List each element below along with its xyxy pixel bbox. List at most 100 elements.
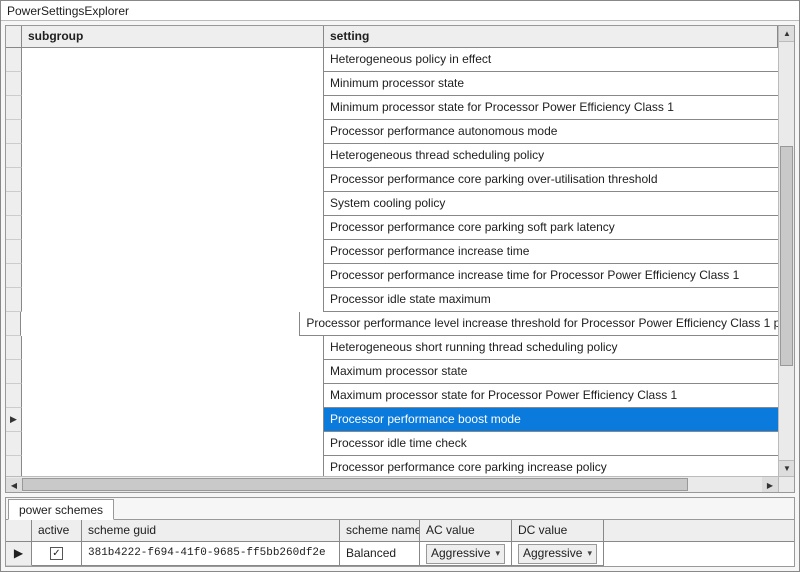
settings-row[interactable]: Processor performance core parking soft … <box>6 216 778 240</box>
scroll-right-button[interactable]: ▶ <box>762 477 778 493</box>
cell-setting[interactable]: Minimum processor state for Processor Po… <box>324 96 778 120</box>
app-window: PowerSettingsExplorer subgroup setting H… <box>0 0 800 572</box>
column-header-guid[interactable]: scheme guid <box>82 520 340 541</box>
cell-subgroup[interactable] <box>22 336 324 360</box>
column-header-active[interactable]: active <box>32 520 82 541</box>
dc-value-dropdown[interactable]: Aggressive ▾ <box>518 544 597 564</box>
cell-subgroup[interactable] <box>22 48 324 72</box>
row-header-corner <box>6 26 22 47</box>
cell-subgroup[interactable] <box>22 168 324 192</box>
horizontal-scroll-thumb[interactable] <box>22 478 688 491</box>
settings-grid-body[interactable]: Heterogeneous policy in effectMinimum pr… <box>6 48 778 476</box>
settings-row[interactable]: Processor idle time check <box>6 432 778 456</box>
cell-subgroup[interactable] <box>22 96 324 120</box>
cell-setting[interactable]: Maximum processor state for Processor Po… <box>324 384 778 408</box>
cell-subgroup[interactable] <box>22 408 324 432</box>
horizontal-scrollbar[interactable]: ◀ ▶ <box>6 476 778 492</box>
cell-setting[interactable]: Processor performance autonomous mode <box>324 120 778 144</box>
cell-setting[interactable]: Minimum processor state <box>324 72 778 96</box>
ac-value-dropdown[interactable]: Aggressive ▾ <box>426 544 505 564</box>
scroll-left-button[interactable]: ◀ <box>6 478 22 494</box>
settings-row[interactable]: Processor idle state maximum <box>6 288 778 312</box>
settings-row[interactable]: Heterogeneous policy in effect <box>6 48 778 72</box>
cell-subgroup[interactable] <box>22 240 324 264</box>
horizontal-scroll-track[interactable] <box>22 477 762 492</box>
schemes-grid[interactable]: active scheme guid scheme name AC value … <box>6 520 794 566</box>
cell-setting[interactable]: Processor performance core parking soft … <box>324 216 778 240</box>
cell-setting[interactable]: Heterogeneous short running thread sched… <box>324 336 778 360</box>
settings-row[interactable]: Processor performance increase time <box>6 240 778 264</box>
cell-dc-value[interactable]: Aggressive ▾ <box>512 542 604 566</box>
column-header-setting[interactable]: setting <box>324 26 778 47</box>
cell-subgroup[interactable] <box>22 432 324 456</box>
settings-row[interactable]: Minimum processor state for Processor Po… <box>6 96 778 120</box>
settings-grid-container: subgroup setting Heterogeneous policy in… <box>5 25 795 493</box>
tab-power-schemes[interactable]: power schemes <box>8 499 114 520</box>
cell-subgroup[interactable] <box>22 120 324 144</box>
cell-setting[interactable]: Heterogeneous policy in effect <box>324 48 778 72</box>
row-header <box>6 336 22 360</box>
scroll-up-button[interactable]: ▲ <box>779 26 795 42</box>
column-header-scheme-name[interactable]: scheme name <box>340 520 420 541</box>
cell-subgroup[interactable] <box>22 216 324 240</box>
settings-row[interactable]: ▶Processor performance boost mode <box>6 408 778 432</box>
schemes-row-header-corner <box>6 520 32 541</box>
column-header-subgroup[interactable]: subgroup <box>22 26 324 47</box>
cell-subgroup[interactable] <box>22 360 324 384</box>
settings-row[interactable]: Heterogeneous thread scheduling policy <box>6 144 778 168</box>
vertical-scrollbar[interactable]: ▲ ▼ <box>778 26 794 476</box>
cell-active[interactable]: ✓ <box>32 542 82 566</box>
scheme-row[interactable]: ▶ ✓ 381b4222-f694-41f0-9685-ff5bb260df2e… <box>6 542 794 566</box>
row-header <box>6 264 22 288</box>
ac-value-text: Aggressive <box>431 542 490 565</box>
cell-setting[interactable]: Processor performance core parking over-… <box>324 168 778 192</box>
settings-row[interactable]: Maximum processor state for Processor Po… <box>6 384 778 408</box>
cell-setting[interactable]: Processor performance increase time <box>324 240 778 264</box>
settings-row[interactable]: Processor performance autonomous mode <box>6 120 778 144</box>
chevron-down-icon: ▾ <box>587 542 592 565</box>
cell-guid[interactable]: 381b4222-f694-41f0-9685-ff5bb260df2e <box>82 542 340 566</box>
cell-setting[interactable]: Maximum processor state <box>324 360 778 384</box>
row-header <box>6 192 22 216</box>
settings-grid[interactable]: subgroup setting Heterogeneous policy in… <box>6 26 778 476</box>
settings-row[interactable]: Processor performance core parking incre… <box>6 456 778 476</box>
cell-setting[interactable]: Heterogeneous thread scheduling policy <box>324 144 778 168</box>
settings-row[interactable]: Processor performance level increase thr… <box>6 312 778 336</box>
cell-subgroup[interactable] <box>22 144 324 168</box>
cell-ac-value[interactable]: Aggressive ▾ <box>420 542 512 566</box>
column-header-ac-value[interactable]: AC value <box>420 520 512 541</box>
cell-scheme-name[interactable]: Balanced <box>340 542 420 566</box>
cell-subgroup[interactable] <box>22 192 324 216</box>
cell-subgroup[interactable] <box>22 456 324 476</box>
cell-setting[interactable]: Processor idle state maximum <box>324 288 778 312</box>
cell-setting[interactable]: Processor performance boost mode <box>324 408 778 432</box>
vertical-scroll-thumb[interactable] <box>780 146 793 366</box>
row-header <box>6 120 22 144</box>
cell-setting[interactable]: Processor performance increase time for … <box>324 264 778 288</box>
cell-setting[interactable]: Processor performance level increase thr… <box>300 312 778 336</box>
row-header <box>6 456 22 476</box>
settings-row[interactable]: Minimum processor state <box>6 72 778 96</box>
scrollbar-corner <box>778 476 794 492</box>
cell-subgroup[interactable] <box>22 384 324 408</box>
settings-row[interactable]: Heterogeneous short running thread sched… <box>6 336 778 360</box>
row-header <box>6 240 22 264</box>
cell-setting[interactable]: Processor performance core parking incre… <box>324 456 778 476</box>
row-header <box>6 360 22 384</box>
cell-subgroup[interactable] <box>22 264 324 288</box>
settings-row[interactable]: Processor performance core parking over-… <box>6 168 778 192</box>
cell-subgroup[interactable] <box>21 312 300 336</box>
settings-row[interactable]: System cooling policy <box>6 192 778 216</box>
cell-subgroup[interactable] <box>22 288 324 312</box>
settings-row[interactable]: Maximum processor state <box>6 360 778 384</box>
cell-subgroup[interactable] <box>22 72 324 96</box>
scroll-down-button[interactable]: ▼ <box>779 460 795 476</box>
column-header-dc-value[interactable]: DC value <box>512 520 604 541</box>
active-checkbox[interactable]: ✓ <box>50 547 63 560</box>
row-header <box>6 144 22 168</box>
cell-setting[interactable]: System cooling policy <box>324 192 778 216</box>
cell-setting[interactable]: Processor idle time check <box>324 432 778 456</box>
row-header <box>6 48 22 72</box>
settings-row[interactable]: Processor performance increase time for … <box>6 264 778 288</box>
schemes-tabbar: power schemes <box>6 498 794 520</box>
